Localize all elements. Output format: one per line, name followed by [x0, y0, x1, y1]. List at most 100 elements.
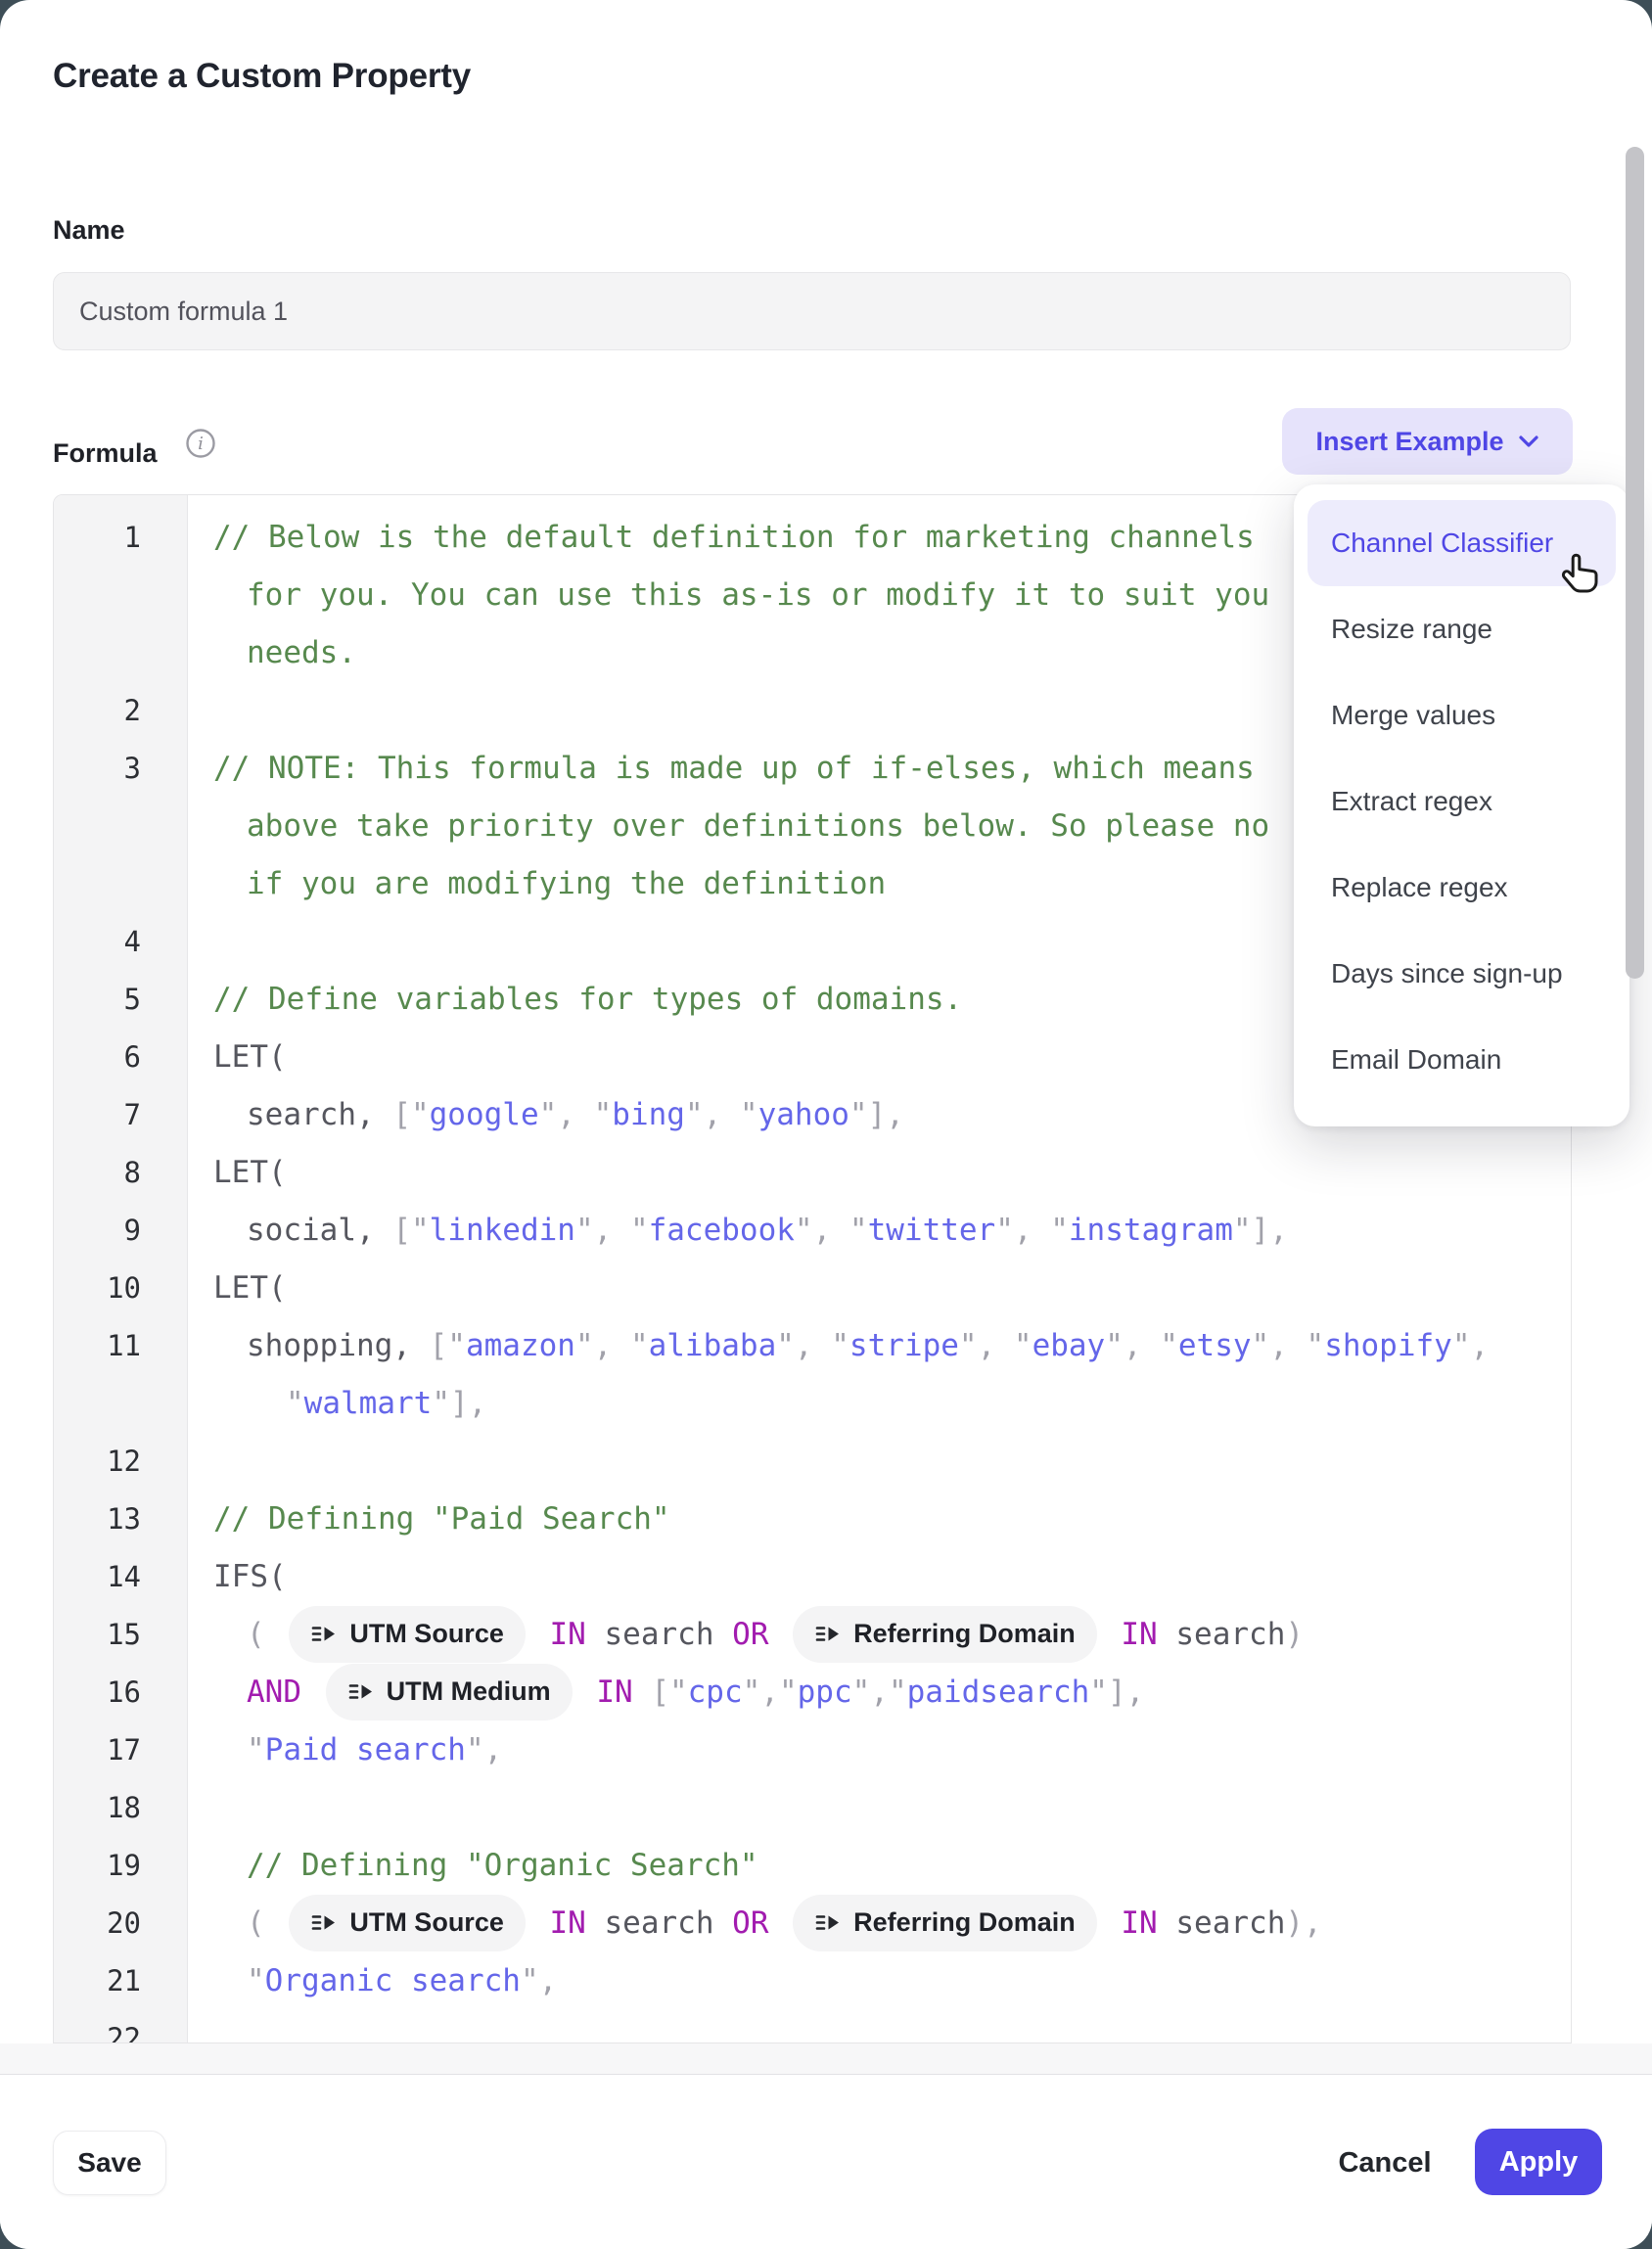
code-segment: // Defining "Organic Search": [247, 1848, 758, 1883]
code-line[interactable]: 8LET(: [54, 1143, 1571, 1201]
insert-example-button[interactable]: Insert Example: [1282, 408, 1573, 475]
svg-text:i: i: [198, 434, 204, 454]
code-line-content: ( UTM Source IN search OR Referring Doma…: [188, 1895, 1571, 1951]
code-segment: IN: [1103, 1905, 1176, 1941]
token-chip-icon: [347, 1678, 374, 1705]
code-segment: for you. You can use this as-is or modif…: [247, 577, 1269, 613]
token-chip[interactable]: UTM Source: [289, 1606, 526, 1663]
insert-example-label: Insert Example: [1315, 427, 1503, 457]
token-chip[interactable]: UTM Medium: [326, 1664, 573, 1721]
name-input[interactable]: [53, 272, 1571, 350]
code-segment: search: [1175, 1617, 1285, 1652]
code-line-content: "Paid search",: [188, 1732, 1571, 1767]
code-line[interactable]: 14IFS(: [54, 1547, 1571, 1605]
line-number: 18: [54, 1791, 188, 1824]
code-line[interactable]: 20( UTM Source IN search OR Referring Do…: [54, 1894, 1571, 1951]
code-segment: linkedin: [430, 1213, 575, 1248]
code-line[interactable]: 12: [54, 1432, 1571, 1490]
code-segment: twitter: [868, 1213, 996, 1248]
code-segment: // Below is the default definition for m…: [213, 520, 1255, 555]
menu-item-extract-regex[interactable]: Extract regex: [1308, 758, 1616, 845]
modal-scrollbar[interactable]: [1623, 127, 1648, 2241]
token-chip[interactable]: Referring Domain: [793, 1606, 1097, 1663]
token-chip[interactable]: Referring Domain: [793, 1895, 1097, 1951]
code-segment: LET(: [213, 1039, 287, 1075]
code-segment: ", ": [575, 1213, 649, 1248]
menu-item-merge-values[interactable]: Merge values: [1308, 672, 1616, 758]
code-segment: Organic search: [265, 1963, 521, 1998]
cancel-button[interactable]: Cancel: [1326, 2131, 1444, 2195]
code-segment: IFS(: [213, 1559, 287, 1594]
code-segment: amazon: [466, 1328, 575, 1363]
code-segment: shopify: [1324, 1328, 1452, 1363]
code-line[interactable]: 11shopping, ["amazon", "alibaba", "strip…: [54, 1316, 1571, 1374]
code-segment: ", ": [1105, 1328, 1178, 1363]
code-segment: search: [605, 1617, 733, 1652]
code-segment: ", ": [995, 1213, 1069, 1248]
token-chip[interactable]: UTM Source: [289, 1895, 526, 1951]
token-chip-label: Referring Domain: [853, 1619, 1076, 1649]
menu-item-days-since-sign-up[interactable]: Days since sign-up: [1308, 931, 1616, 1017]
code-line[interactable]: 21"Organic search",: [54, 1951, 1571, 2009]
code-segment: search: [605, 1905, 733, 1941]
menu-item-replace-regex[interactable]: Replace regex: [1308, 845, 1616, 931]
token-chip-label: UTM Source: [349, 1619, 504, 1649]
info-icon[interactable]: i: [184, 427, 217, 465]
code-segment: ", ": [795, 1213, 868, 1248]
line-number: 19: [54, 1849, 188, 1882]
code-line[interactable]: 15( UTM Source IN search OR Referring Do…: [54, 1605, 1571, 1663]
code-segment: facebook: [649, 1213, 795, 1248]
code-line[interactable]: 10LET(: [54, 1259, 1571, 1316]
line-number: 20: [54, 1906, 188, 1940]
code-segment: ",": [743, 1675, 798, 1710]
code-segment: needs.: [247, 635, 356, 670]
apply-button[interactable]: Apply: [1475, 2129, 1602, 2195]
code-segment: alibaba: [649, 1328, 777, 1363]
code-line[interactable]: 17"Paid search",: [54, 1721, 1571, 1778]
code-line-content: shopping, ["amazon", "alibaba", "stripe"…: [188, 1328, 1571, 1363]
code-line-content: AND UTM Medium IN ["cpc","ppc","paidsear…: [188, 1664, 1571, 1721]
menu-item-channel-classifier[interactable]: Channel Classifier: [1308, 500, 1616, 586]
code-segment: // Define variables for types of domains…: [213, 982, 962, 1017]
menu-item-email-domain[interactable]: Email Domain: [1308, 1017, 1616, 1103]
line-number: 12: [54, 1445, 188, 1478]
code-segment: ",": [852, 1675, 907, 1710]
line-number: 1: [54, 521, 188, 554]
code-segment: ",: [521, 1963, 557, 1998]
code-segment: ", ": [685, 1097, 758, 1132]
code-line[interactable]: 19 // Defining "Organic Search": [54, 1836, 1571, 1894]
scrollbar-thumb[interactable]: [1626, 147, 1644, 979]
code-segment: ", ": [959, 1328, 1032, 1363]
code-line[interactable]: 16AND UTM Medium IN ["cpc","ppc","paidse…: [54, 1663, 1571, 1721]
token-chip-label: UTM Source: [349, 1907, 504, 1938]
code-line[interactable]: 9social, ["linkedin", "facebook", "twitt…: [54, 1201, 1571, 1259]
code-line[interactable]: "walmart"],: [54, 1374, 1571, 1432]
token-chip-label: UTM Medium: [387, 1676, 551, 1707]
chevron-down-icon: [1518, 435, 1539, 449]
code-segment: "],: [1089, 1675, 1144, 1710]
code-segment: search,: [247, 1097, 392, 1132]
code-line[interactable]: 22: [54, 2009, 1571, 2043]
code-line[interactable]: 18: [54, 1778, 1571, 1836]
code-segment: stripe: [849, 1328, 959, 1363]
code-segment: [": [430, 1328, 466, 1363]
code-segment: ": [286, 1386, 304, 1421]
code-segment: ): [1285, 1617, 1304, 1652]
code-segment: shopping,: [247, 1328, 430, 1363]
code-line-content: LET(: [188, 1155, 1571, 1190]
code-segment: walmart: [304, 1386, 433, 1421]
code-line[interactable]: 13// Defining "Paid Search": [54, 1490, 1571, 1547]
code-line-content: LET(: [188, 1270, 1571, 1306]
code-segment: ppc: [798, 1675, 852, 1710]
line-number: 6: [54, 1040, 188, 1074]
code-segment: IN: [531, 1617, 605, 1652]
code-segment: etsy: [1178, 1328, 1252, 1363]
line-number: 10: [54, 1271, 188, 1305]
save-button[interactable]: Save: [53, 2131, 166, 2195]
code-segment: instagram: [1069, 1213, 1233, 1248]
menu-item-resize-range[interactable]: Resize range: [1308, 586, 1616, 672]
code-segment: ": [247, 1732, 265, 1767]
code-segment: [": [651, 1675, 687, 1710]
line-number: 22: [54, 2022, 188, 2044]
token-chip-label: Referring Domain: [853, 1907, 1076, 1938]
